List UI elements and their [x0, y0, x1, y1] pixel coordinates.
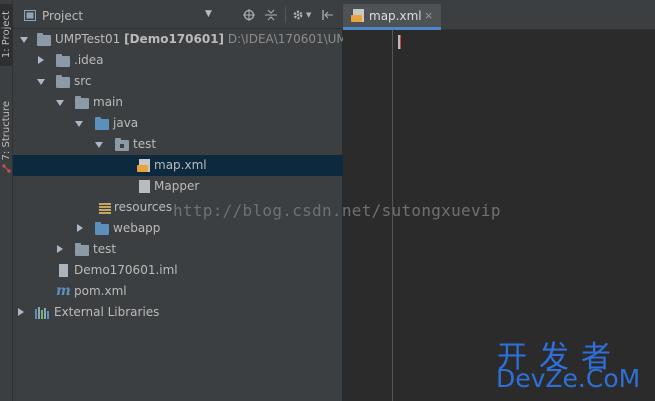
collapsed-arrow-icon[interactable] [18, 308, 24, 316]
tree-node-java[interactable]: java [13, 113, 343, 134]
close-icon[interactable]: × [424, 9, 433, 22]
structure-tool-tab-label: 7: Structure [1, 101, 12, 161]
tree-node-webapp[interactable]: webapp [13, 218, 343, 239]
tree-node-main[interactable]: main [13, 92, 343, 113]
collapsed-arrow-icon[interactable] [57, 245, 63, 253]
tree-label: java [113, 116, 139, 130]
tree-node-map-xml[interactable]: map.xml [13, 155, 343, 176]
folder-icon [56, 54, 70, 67]
structure-tool-tab[interactable]: 7: Structure [0, 96, 13, 166]
resources-folder-icon [99, 203, 111, 214]
tree-label: External Libraries [54, 305, 160, 319]
tree-label: Mapper [154, 179, 200, 193]
tree-label: webapp [113, 221, 161, 235]
folder-icon [75, 243, 89, 256]
expanded-arrow-icon[interactable] [95, 142, 103, 148]
tree-node-iml[interactable]: Demo170601.iml [13, 260, 343, 281]
file-icon [139, 180, 150, 193]
tree-node-pom[interactable]: m pom.xml [13, 281, 343, 302]
root-module-name: [Demo170601] [124, 32, 225, 46]
module-file-icon [59, 264, 68, 277]
expanded-arrow-icon[interactable] [37, 79, 45, 85]
folder-icon [75, 96, 89, 109]
source-folder-icon [95, 117, 109, 130]
xml-file-icon [351, 9, 364, 22]
editor-tab-map-xml[interactable]: map.xml × [343, 4, 441, 30]
tree-label: resources [114, 200, 173, 214]
tree-label: pom.xml [74, 284, 127, 298]
watermark-text: http://blog.csdn.net/sutongxuevip [173, 201, 501, 220]
tree-node-test[interactable]: test [13, 239, 343, 260]
collapsed-arrow-icon[interactable] [38, 56, 44, 64]
editor-tab-bar: map.xml × [343, 0, 655, 30]
project-icon [24, 10, 36, 21]
collapse-icon[interactable] [265, 9, 277, 21]
root-label: UMPTest01 [Demo170601] D:\IDEA\170601\UM… [55, 32, 354, 46]
site-logo-en: DevZe.CoM [496, 364, 641, 393]
root-path: D:\IDEA\170601\UMP [227, 32, 355, 46]
project-tool-tab-label: 1: Project [1, 11, 12, 59]
view-selector-chevron-down-icon[interactable]: ▼ [205, 9, 212, 19]
module-folder-icon [37, 33, 51, 46]
tool-window-strip: 1: Project 7: Structure [0, 0, 13, 401]
tree-label: test [93, 242, 117, 256]
structure-icon [2, 164, 11, 173]
root-project-name: UMPTest01 [55, 32, 121, 46]
tree-label: src [74, 74, 92, 88]
package-icon [115, 138, 129, 151]
tree-label: map.xml [154, 158, 207, 172]
tree-node-root[interactable]: UMPTest01 [Demo170601] D:\IDEA\170601\UM… [13, 29, 354, 50]
target-icon[interactable] [243, 9, 255, 21]
tree-label: main [93, 95, 123, 109]
project-panel-title[interactable]: Project [42, 9, 83, 23]
toolbar-divider [285, 7, 286, 23]
tree-node-mapper[interactable]: Mapper [13, 176, 343, 197]
expanded-arrow-icon[interactable] [75, 121, 83, 127]
maven-icon: m [56, 283, 71, 299]
libraries-icon [35, 307, 49, 319]
gear-chevron-down-icon[interactable]: ▼ [306, 11, 311, 19]
tree-node-test-package[interactable]: test [13, 134, 343, 155]
tree-node-src[interactable]: src [13, 71, 343, 92]
expanded-arrow-icon[interactable] [56, 100, 64, 106]
expanded-arrow-icon[interactable] [20, 37, 28, 43]
tree-label: test [133, 137, 157, 151]
xml-file-icon [137, 159, 150, 172]
folder-icon [56, 75, 70, 88]
web-folder-icon [95, 222, 109, 235]
collapsed-arrow-icon[interactable] [77, 224, 83, 232]
editor-tab-label: map.xml [369, 9, 422, 23]
tree-node-idea[interactable]: .idea [13, 50, 343, 71]
gear-icon[interactable] [292, 9, 305, 21]
project-panel-header: Project ▼ ▼ [13, 0, 343, 29]
project-tool-tab[interactable]: 1: Project [0, 4, 13, 66]
hide-icon[interactable] [322, 9, 334, 21]
tree-label: .idea [74, 53, 104, 67]
tree-label: Demo170601.iml [74, 263, 178, 277]
tree-node-external-libraries[interactable]: External Libraries [13, 302, 343, 323]
